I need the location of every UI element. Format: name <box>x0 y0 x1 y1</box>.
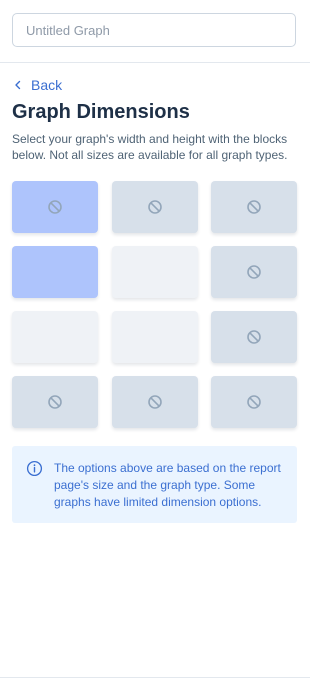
info-icon <box>26 460 43 477</box>
footer-divider <box>0 677 310 678</box>
info-notice-text: The options above are based on the repor… <box>54 461 281 509</box>
dimension-cell-2x4 <box>111 376 198 428</box>
dimension-cell-3x3 <box>211 311 297 363</box>
dimension-cell-3x4 <box>211 376 297 428</box>
blocked-icon <box>246 199 262 215</box>
blocked-icon <box>147 199 163 215</box>
dimension-cell-3x1 <box>211 181 297 233</box>
header-divider <box>0 62 310 63</box>
graph-title-input[interactable] <box>12 13 296 47</box>
back-label: Back <box>31 77 63 93</box>
blocked-icon <box>246 394 262 410</box>
dimension-cell-1x1 <box>12 181 98 233</box>
info-notice: The options above are based on the repor… <box>12 446 297 523</box>
blocked-icon <box>246 329 262 345</box>
dimension-cell-1x4 <box>12 376 98 428</box>
back-link[interactable]: Back <box>13 77 62 93</box>
dimension-cell-2x3[interactable] <box>111 311 198 363</box>
blocked-icon <box>246 264 262 280</box>
dimension-cell-1x2[interactable] <box>12 246 98 298</box>
dimension-cell-2x1 <box>111 181 198 233</box>
page-title: Graph Dimensions <box>12 101 190 123</box>
chevron-left-icon <box>15 80 21 90</box>
blocked-icon <box>147 394 163 410</box>
blocked-icon <box>47 199 63 215</box>
dimension-cell-3x2 <box>211 246 297 298</box>
dimension-cell-1x3[interactable] <box>12 311 98 363</box>
dimensions-description: Select your graph's width and height wit… <box>12 132 288 162</box>
blocked-icon <box>47 394 63 410</box>
dimension-cell-2x2[interactable] <box>111 246 198 298</box>
